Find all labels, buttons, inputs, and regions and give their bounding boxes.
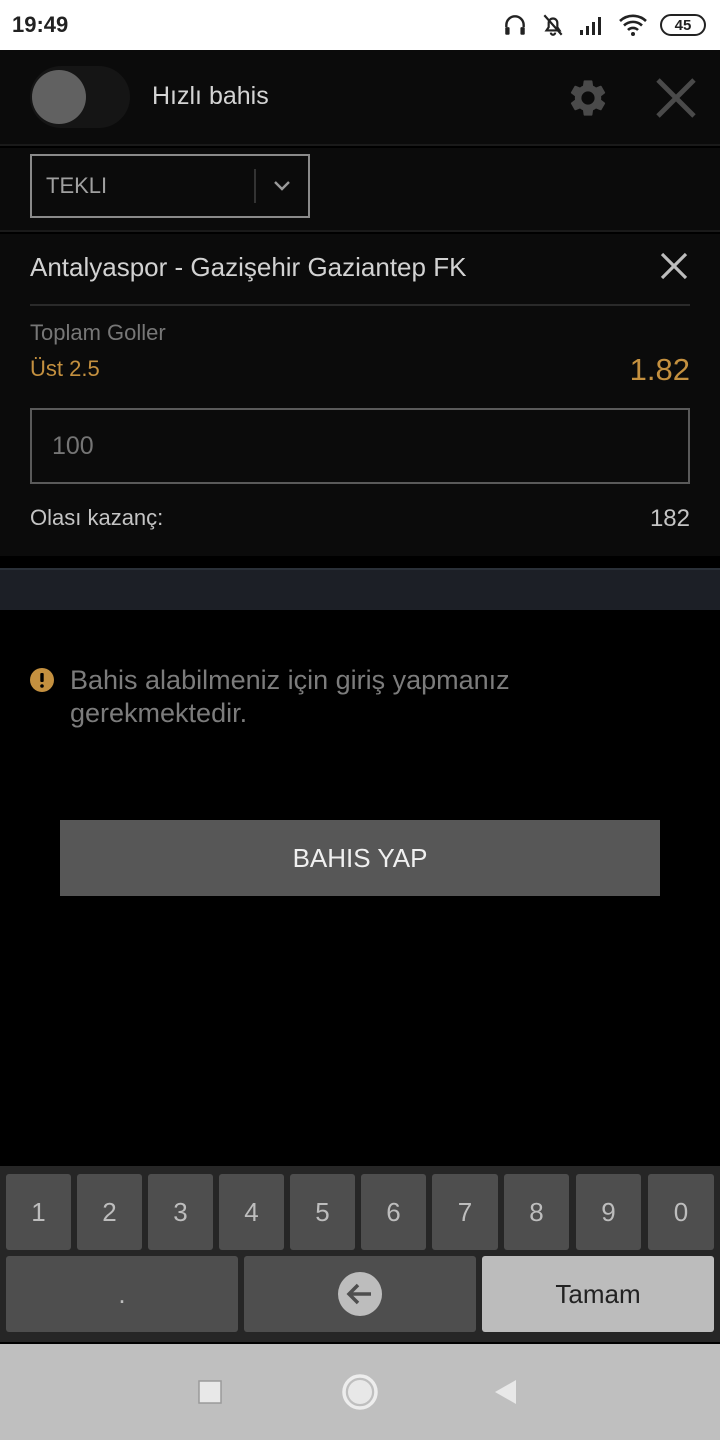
bet-type-dropdown[interactable]: TEKLI [30, 154, 310, 218]
outcome-name: Üst 2.5 [30, 356, 100, 381]
battery-level: 45 [674, 16, 692, 34]
numeric-keypad: 1 2 3 4 5 6 7 8 9 0 . Tamam [0, 1166, 720, 1342]
section-separator [0, 568, 720, 610]
potential-win-label: Olası kazanç: [30, 505, 164, 530]
bell-off-icon [543, 14, 563, 36]
toggle-knob [32, 70, 86, 124]
home-icon[interactable] [336, 1368, 384, 1416]
recent-apps-icon[interactable] [186, 1368, 234, 1416]
market-name: Toplam Goller [30, 320, 166, 345]
back-icon[interactable] [482, 1368, 530, 1416]
system-nav-bar [0, 1344, 720, 1440]
key-0[interactable]: 0 [648, 1174, 714, 1250]
bet-type-value: TEKLI [46, 173, 108, 198]
key-backspace[interactable] [244, 1256, 476, 1332]
battery-icon: 45 [660, 14, 706, 36]
gear-icon[interactable] [566, 76, 610, 120]
warning-text: Bahis alabilmeniz için giriş yapmanız ge… [70, 665, 510, 728]
potential-win-value: 182 [649, 505, 690, 532]
key-confirm[interactable]: Tamam [482, 1256, 714, 1332]
bet-type-bar: TEKLI [0, 148, 720, 232]
key-5[interactable]: 5 [290, 1174, 355, 1250]
key-3[interactable]: 3 [148, 1174, 213, 1250]
event-title: Antalyaspor - Gazişehir Gaziantep FK [30, 252, 467, 282]
key-4[interactable]: 4 [219, 1174, 284, 1250]
quick-bet-toggle[interactable] [30, 66, 130, 128]
bet-selection-card: Antalyaspor - Gazişehir Gaziantep FK Top… [0, 234, 720, 556]
quick-bet-label: Hızlı bahis [152, 82, 269, 110]
wifi-icon [619, 14, 647, 36]
odds-value: 1.82 [629, 352, 690, 387]
key-decimal[interactable]: . [6, 1256, 238, 1332]
signal-icon [580, 17, 601, 35]
stake-input[interactable] [30, 408, 690, 484]
key-8[interactable]: 8 [504, 1174, 569, 1250]
key-1[interactable]: 1 [6, 1174, 71, 1250]
chevron-down-icon [256, 156, 308, 216]
place-bet-button[interactable]: BAHIS YAP [60, 820, 660, 896]
headphones-icon [505, 15, 525, 35]
status-icons: 45 [502, 10, 706, 40]
remove-selection-icon[interactable] [658, 250, 690, 282]
close-icon[interactable] [652, 74, 700, 122]
login-warning: Bahis alabilmeniz için giriş yapmanız ge… [30, 664, 690, 730]
status-bar: 19:49 45 [0, 0, 720, 50]
key-2[interactable]: 2 [77, 1174, 142, 1250]
exclamation-icon [30, 668, 54, 692]
key-6[interactable]: 6 [361, 1174, 426, 1250]
key-9[interactable]: 9 [576, 1174, 641, 1250]
key-7[interactable]: 7 [432, 1174, 498, 1250]
selection-divider [30, 304, 690, 306]
status-time: 19:49 [12, 12, 69, 37]
backspace-arrow-icon [338, 1272, 382, 1316]
bet-slip-header: Hızlı bahis [0, 50, 720, 146]
